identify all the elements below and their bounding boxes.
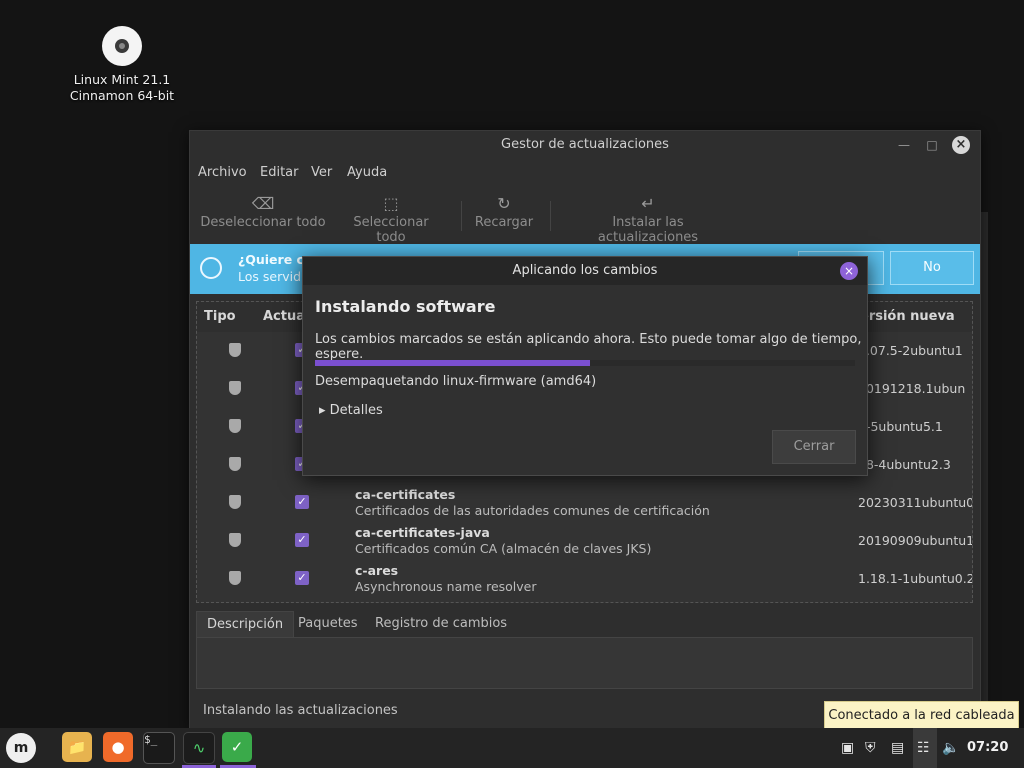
files-icon[interactable]: 📁	[62, 732, 92, 762]
menu-ayuda[interactable]: Ayuda	[347, 165, 387, 180]
package-version: 2.07.5-2ubuntu1	[858, 343, 963, 358]
window-title: Gestor de actualizaciones	[501, 137, 669, 152]
maximize-icon[interactable]: □	[924, 137, 940, 153]
col-type[interactable]: Tipo	[204, 309, 236, 324]
dialog-close-icon[interactable]: ×	[840, 262, 858, 280]
lightbulb-icon	[200, 257, 222, 279]
tab-paquetes[interactable]: Paquetes	[288, 611, 368, 637]
details-tabs: Descripción Paquetes Registro de cambios	[196, 611, 973, 689]
package-desc: Certificados común CA (almacén de claves…	[355, 541, 652, 556]
toolbar-separator	[461, 201, 462, 231]
table-row[interactable]: ✓ ca-certificates Certificados de las au…	[197, 484, 972, 522]
select-all-icon: ⬚	[383, 194, 399, 213]
tab-panel	[196, 637, 973, 689]
shield-icon	[229, 457, 241, 471]
dialog-title: Aplicando los cambios	[303, 257, 867, 285]
package-version: 20190909ubuntu1	[858, 533, 973, 548]
select-all-label: Seleccionar todo	[353, 215, 429, 245]
dialog-message: Los cambios marcados se están aplicando …	[315, 332, 862, 362]
network-icon[interactable]: ☷	[917, 740, 930, 756]
details-label: Detalles	[329, 403, 383, 418]
progress-fill	[315, 360, 591, 366]
deselect-all-button[interactable]: ⌫ Deseleccionar todo	[198, 193, 328, 230]
menu-editar[interactable]: Editar	[260, 165, 299, 180]
disc-icon	[102, 26, 142, 66]
info-text: Los servid	[238, 269, 302, 284]
select-all-button[interactable]: ⬚ Seleccionar todo	[338, 193, 444, 245]
reload-label: Recargar	[474, 215, 534, 230]
shield-icon	[229, 343, 241, 357]
package-version: 20191218.1ubun	[858, 381, 966, 396]
install-updates-label: Instalar las actualizaciones	[597, 215, 699, 245]
backspace-icon: ⌫	[251, 194, 275, 213]
update-checkbox[interactable]: ✓	[295, 495, 309, 509]
network-tooltip: Conectado a la red cableada	[824, 701, 1019, 731]
toolbar-separator	[550, 201, 551, 231]
info-no-button[interactable]: No	[890, 251, 974, 285]
shield-icon	[229, 419, 241, 433]
shield-icon	[229, 381, 241, 395]
tab-descripcion[interactable]: Descripción	[196, 611, 295, 638]
minimize-icon[interactable]: —	[896, 137, 912, 153]
col-new-version[interactable]: ersión nueva	[860, 309, 955, 324]
terminal-icon[interactable]: $_	[143, 732, 175, 764]
system-monitor-icon[interactable]: ∿	[183, 732, 215, 764]
package-name: ca-certificates-java	[355, 525, 490, 540]
update-checkbox[interactable]: ✓	[295, 571, 309, 585]
package-desc: Certificados de las autoridades comunes …	[355, 503, 710, 518]
applying-changes-dialog: Aplicando los cambios × Instalando softw…	[302, 256, 868, 476]
reload-button[interactable]: ↻ Recargar	[472, 193, 536, 230]
enter-icon: ↵	[641, 194, 655, 213]
clock[interactable]: 07:20	[967, 740, 1008, 755]
update-manager-icon[interactable]: ✓	[222, 732, 252, 762]
shield-icon	[229, 571, 241, 585]
deselect-all-label: Deseleccionar todo	[200, 215, 326, 230]
update-checkbox[interactable]: ✓	[295, 533, 309, 547]
close-button[interactable]: Cerrar	[772, 430, 856, 464]
clipboard-icon[interactable]: ▤	[891, 740, 904, 756]
reload-icon: ↻	[497, 194, 511, 213]
install-updates-button[interactable]: ↵ Instalar las actualizaciones	[562, 193, 734, 245]
mint-menu-icon[interactable]: m	[6, 733, 36, 763]
table-row[interactable]: ✓ c-ares Asynchronous name resolver 1.18…	[197, 560, 972, 598]
details-expander[interactable]: ▸ Detalles	[319, 403, 383, 418]
package-version: 20230311ubuntu0	[858, 495, 973, 510]
expander-arrow-icon: ▸	[319, 403, 326, 418]
progress-bar	[315, 360, 855, 366]
status-text: Instalando las actualizaciones	[203, 703, 398, 718]
table-row[interactable]: ✓ ca-certificates-java Certificados comú…	[197, 522, 972, 560]
shield-icon	[229, 495, 241, 509]
package-version: 38-4ubuntu2.3	[858, 457, 951, 472]
package-version: 8-5ubuntu5.1	[858, 419, 943, 434]
menu-archivo[interactable]: Archivo	[198, 165, 247, 180]
dialog-heading: Instalando software	[315, 297, 496, 316]
package-desc: Asynchronous name resolver	[355, 579, 537, 594]
desktop-icon-disc[interactable]: Linux Mint 21.1 Cinnamon 64-bit	[62, 26, 182, 104]
desktop-icon-label-2: Cinnamon 64-bit	[69, 88, 175, 103]
package-version: 1.18.1-1ubuntu0.2	[858, 571, 973, 586]
desktop-icon-label-1: Linux Mint 21.1	[73, 72, 171, 87]
progress-status: Desempaquetando linux-firmware (amd64)	[315, 374, 597, 389]
taskbar: m 📁 ● $_ ∿ ✓ ▣ ⛨ ▤ ☷ 🔈 07:20	[0, 728, 1024, 768]
shield-icon	[229, 533, 241, 547]
firefox-icon[interactable]: ●	[103, 732, 133, 762]
package-name: c-ares	[355, 563, 399, 578]
close-window-button[interactable]: ×	[952, 136, 970, 154]
menu-ver[interactable]: Ver	[311, 165, 332, 180]
package-name: ca-certificates	[355, 487, 456, 502]
volume-icon[interactable]: 🔈	[942, 740, 959, 756]
shield-tray-icon[interactable]: ⛨	[865, 740, 876, 756]
notifications-icon[interactable]: ▣	[841, 740, 854, 756]
tab-registro[interactable]: Registro de cambios	[365, 611, 517, 637]
